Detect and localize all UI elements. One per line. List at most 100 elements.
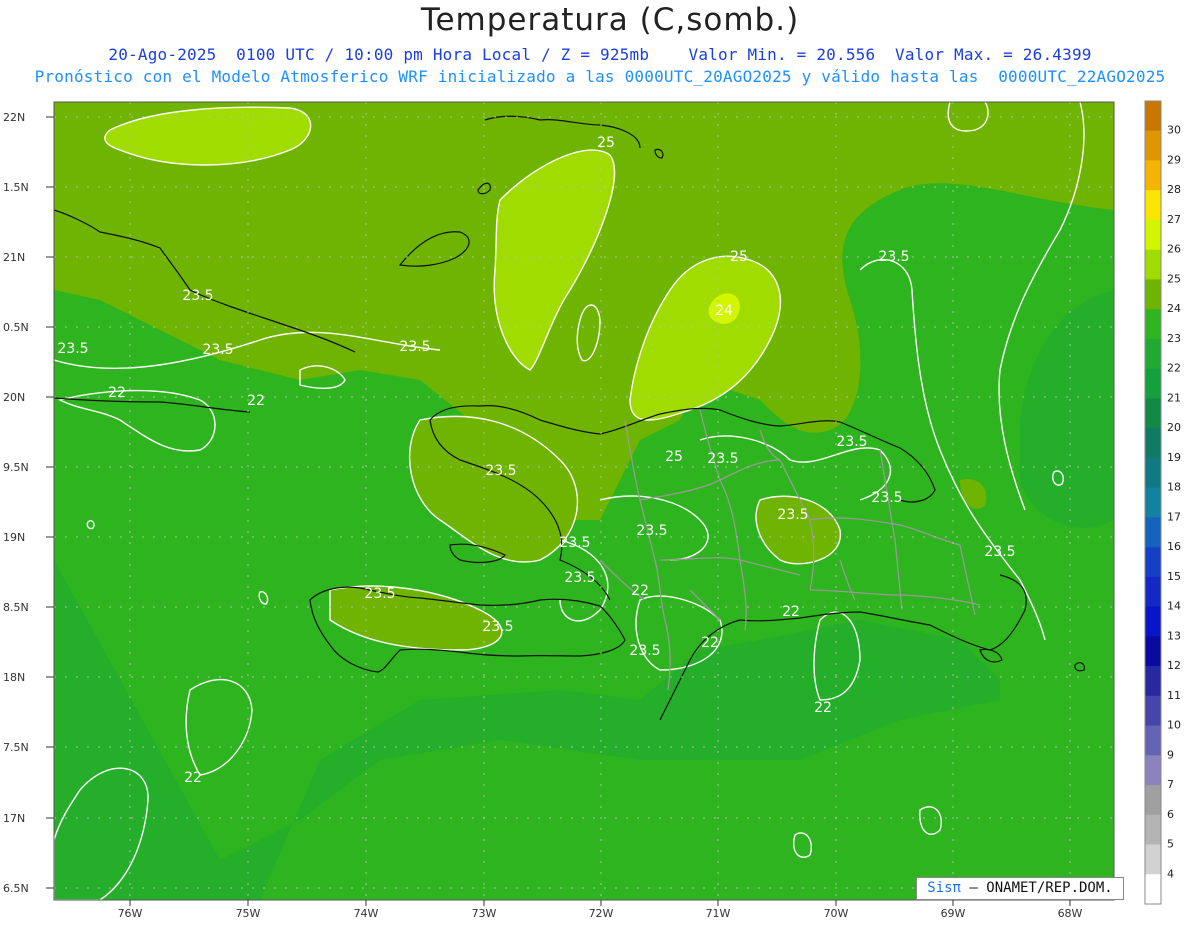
contour-label: 23.5 bbox=[182, 288, 213, 304]
lon-label: 69W bbox=[941, 907, 966, 920]
contour-label: 22 bbox=[631, 583, 649, 599]
contour-label: 22 bbox=[701, 635, 719, 651]
contour-label: 23.5 bbox=[836, 434, 867, 450]
colorbar-swatch bbox=[1145, 874, 1161, 905]
colorbar-label: 28 bbox=[1167, 183, 1181, 196]
colorbar-label: 29 bbox=[1167, 153, 1181, 166]
lon-label: 70W bbox=[824, 907, 849, 920]
contour-label: 23.5 bbox=[202, 342, 233, 358]
lon-label: 76W bbox=[118, 907, 143, 920]
colorbar-label: 30 bbox=[1167, 124, 1181, 137]
contour-label: 23.5 bbox=[564, 570, 595, 586]
colorbar-swatch bbox=[1145, 219, 1161, 251]
contour-label: 22 bbox=[782, 604, 800, 620]
colorbar-label: 23 bbox=[1167, 332, 1181, 345]
lat-label: 8.5N bbox=[3, 601, 29, 614]
contour-label: 22 bbox=[247, 393, 265, 409]
lat-label: 19N bbox=[3, 531, 25, 544]
colorbar-label: 10 bbox=[1167, 719, 1181, 732]
lon-label: 75W bbox=[236, 907, 261, 920]
colorbar-label: 24 bbox=[1167, 302, 1181, 315]
colorbar-swatch bbox=[1145, 487, 1161, 518]
contour-label: 23.5 bbox=[482, 619, 513, 635]
credit-text: – ONAMET/REP.DOM. bbox=[969, 880, 1113, 896]
lon-label: 72W bbox=[589, 907, 614, 920]
colorbar-label: 26 bbox=[1167, 243, 1181, 256]
colorbar-swatch bbox=[1145, 368, 1161, 399]
contour-label: 22 bbox=[108, 385, 126, 401]
latitude-axis: 22N 1.5N 21N 0.5N 20N 9.5N 19N 8.5N 18N … bbox=[3, 111, 29, 895]
contour-label: 23.5 bbox=[636, 523, 667, 539]
colorbar-label: 22 bbox=[1167, 362, 1181, 375]
colorbar-swatch bbox=[1145, 428, 1161, 459]
contour-label: 23.5 bbox=[629, 643, 660, 659]
colorbar-swatch bbox=[1145, 190, 1161, 221]
colorbar-label: 6 bbox=[1167, 808, 1174, 821]
colorbar-label: 13 bbox=[1167, 629, 1181, 642]
sispi-logo: Sisπ bbox=[927, 880, 961, 896]
colorbar-label: 4 bbox=[1167, 867, 1174, 880]
lat-label: 0.5N bbox=[3, 321, 29, 334]
contour-label: 24 bbox=[715, 303, 733, 319]
colorbar-label: 27 bbox=[1167, 213, 1181, 226]
colorbar-label: 12 bbox=[1167, 659, 1181, 672]
credit-box: Sisπ – ONAMET/REP.DOM. bbox=[916, 877, 1124, 900]
colorbar-swatch bbox=[1145, 785, 1161, 816]
contour-label: 23.5 bbox=[878, 249, 909, 265]
colorbar-label: 16 bbox=[1167, 540, 1181, 553]
colorbar-swatch bbox=[1145, 725, 1161, 756]
color-scale-bar: 30 29 28 27 26 25 24 23 22 21 20 19 18 17 16 15 14 13 12 11… bbox=[1144, 100, 1181, 905]
contour-label: 23.5 bbox=[559, 535, 590, 551]
colorbar-swatch bbox=[1145, 249, 1161, 280]
contour-label: 23.5 bbox=[57, 341, 88, 357]
contour-label: 23.5 bbox=[485, 463, 516, 479]
lon-label: 71W bbox=[706, 907, 731, 920]
contour-label: 22 bbox=[814, 700, 832, 716]
lat-label: 9.5N bbox=[3, 461, 29, 474]
lat-label: 7.5N bbox=[3, 741, 29, 754]
contour-label: 23.5 bbox=[399, 339, 430, 355]
colorbar-swatch bbox=[1145, 101, 1161, 132]
colorbar-label: 5 bbox=[1167, 838, 1174, 851]
temperature-field bbox=[54, 102, 1114, 900]
colorbar-label: 9 bbox=[1167, 748, 1174, 761]
contour-label: 25 bbox=[665, 449, 683, 465]
colorbar-swatch bbox=[1145, 576, 1161, 608]
colorbar-label: 11 bbox=[1167, 689, 1181, 702]
colorbar-label: 20 bbox=[1167, 421, 1181, 434]
contour-label: 23.5 bbox=[707, 451, 738, 467]
colorbar-swatch bbox=[1145, 755, 1161, 786]
contour-label: 25 bbox=[597, 135, 615, 151]
colorbar-swatch bbox=[1145, 279, 1161, 310]
temperature-map: 22N 1.5N 21N 0.5N 20N 9.5N 19N 8.5N 18N … bbox=[3, 100, 1181, 920]
colorbar-swatch bbox=[1145, 517, 1161, 548]
colorbar-label: 17 bbox=[1167, 510, 1181, 523]
contour-label: 23.5 bbox=[777, 507, 808, 523]
colorbar-swatch bbox=[1145, 338, 1161, 370]
longitude-axis: 76W 75W 74W 73W 72W 71W 70W 69W 68W bbox=[118, 907, 1083, 920]
contour-label: 23.5 bbox=[364, 586, 395, 602]
lon-label: 73W bbox=[472, 907, 497, 920]
colorbar-swatch bbox=[1145, 457, 1161, 489]
lat-label: 1.5N bbox=[3, 181, 29, 194]
lon-label: 68W bbox=[1058, 907, 1083, 920]
colorbar-swatch bbox=[1145, 695, 1161, 727]
colorbar-label: 18 bbox=[1167, 481, 1181, 494]
contour-label: 25 bbox=[730, 249, 748, 265]
colorbar-swatch bbox=[1145, 844, 1161, 875]
colorbar-swatch bbox=[1145, 130, 1161, 161]
contour-label: 23.5 bbox=[984, 544, 1015, 560]
colorbar-swatch bbox=[1145, 160, 1161, 191]
colorbar-label: 15 bbox=[1167, 570, 1181, 583]
colorbar-swatch bbox=[1145, 636, 1161, 667]
colorbar-swatch bbox=[1145, 814, 1161, 846]
colorbar-label: 25 bbox=[1167, 272, 1181, 285]
colorbar-swatch bbox=[1145, 606, 1161, 637]
colorbar-label: 19 bbox=[1167, 451, 1181, 464]
colorbar-swatch bbox=[1145, 547, 1161, 578]
lat-label: 18N bbox=[3, 671, 25, 684]
lat-label: 6.5N bbox=[3, 882, 29, 895]
lon-label: 74W bbox=[354, 907, 379, 920]
colorbar-label: 7 bbox=[1167, 778, 1174, 791]
colorbar-label: 14 bbox=[1167, 600, 1181, 613]
